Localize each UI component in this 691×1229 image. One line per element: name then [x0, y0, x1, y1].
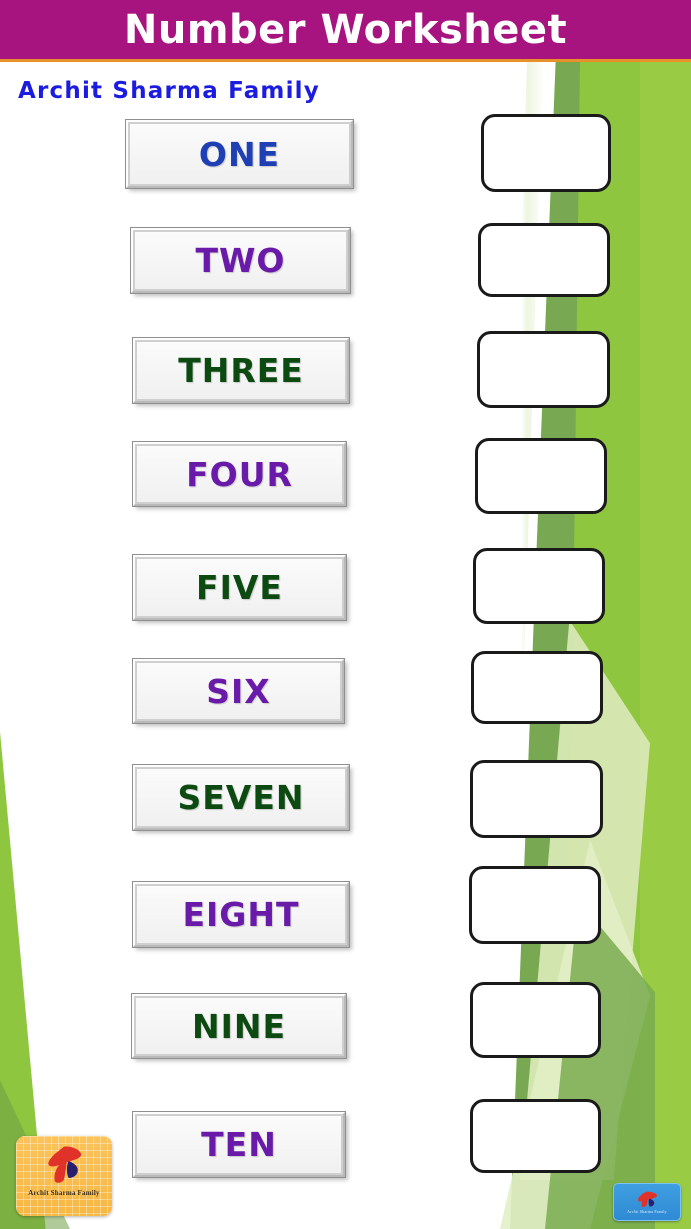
- brand-badge-text: Archit Sharma Family: [627, 1209, 667, 1214]
- page-header-banner: Number Worksheet: [0, 0, 691, 62]
- worksheet-page: Number Worksheet Archit Sharma Family ON…: [0, 0, 691, 1229]
- answer-box[interactable]: [475, 438, 607, 514]
- answer-box[interactable]: [478, 223, 610, 297]
- answer-box[interactable]: [477, 331, 610, 408]
- answer-box[interactable]: [470, 1099, 601, 1173]
- answer-box[interactable]: [481, 114, 611, 192]
- answer-box[interactable]: [470, 982, 601, 1058]
- answer-box[interactable]: [471, 651, 603, 724]
- answer-column: [0, 0, 691, 1229]
- author-subtitle: Archit Sharma Family: [18, 78, 320, 104]
- archit-sharma-family-badge-icon: [637, 1191, 658, 1207]
- archit-sharma-family-logo-icon: [48, 1146, 82, 1183]
- answer-box[interactable]: [470, 760, 603, 838]
- answer-box[interactable]: [469, 866, 601, 944]
- brand-badge: Archit Sharma Family: [613, 1183, 681, 1221]
- answer-box[interactable]: [473, 548, 605, 624]
- brand-logo-card-text: Archit Sharma Family: [28, 1189, 100, 1197]
- brand-logo-card: Archit Sharma Family: [16, 1136, 112, 1216]
- page-title: Number Worksheet: [123, 6, 568, 53]
